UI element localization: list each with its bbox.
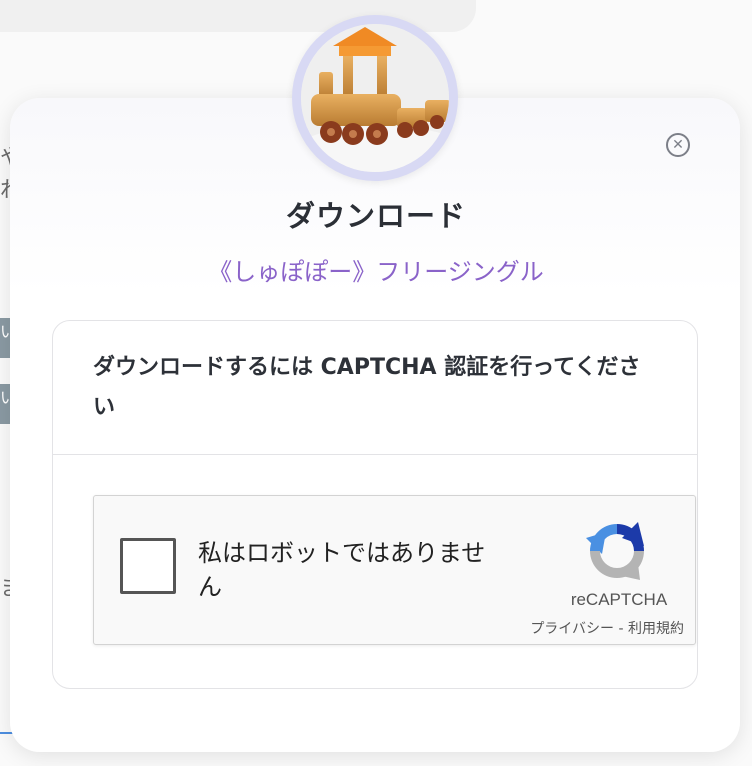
toy-train-image [301,24,449,172]
recaptcha-logo-icon [586,522,644,580]
track-thumbnail [292,15,458,181]
link-separator: - [614,621,628,637]
track-title-link[interactable]: 《しゅぽぽー》フリージングル [0,252,752,287]
terms-link[interactable]: 利用規約 [628,621,684,637]
recaptcha-brand: reCAPTCHA [570,590,668,609]
dialog-title: ダウンロード [285,199,466,233]
recaptcha-checkbox[interactable] [120,538,176,594]
divider [53,454,697,455]
privacy-link[interactable]: プライバシー [530,621,614,637]
recaptcha-links: プライバシー - 利用規約 [494,618,684,638]
close-icon[interactable]: ✕ [666,133,690,157]
captcha-card: ダウンロードするには CAPTCHA 認証を行ってください 私はロボットではあり… [52,320,698,689]
recaptcha-widget: 私はロボットではありません reCAPTCHA プライバシー - 利用規約 [93,495,696,645]
captcha-instruction: ダウンロードするには CAPTCHA 認証を行ってください [93,355,641,420]
recaptcha-label: 私はロボットではありません [198,539,486,601]
